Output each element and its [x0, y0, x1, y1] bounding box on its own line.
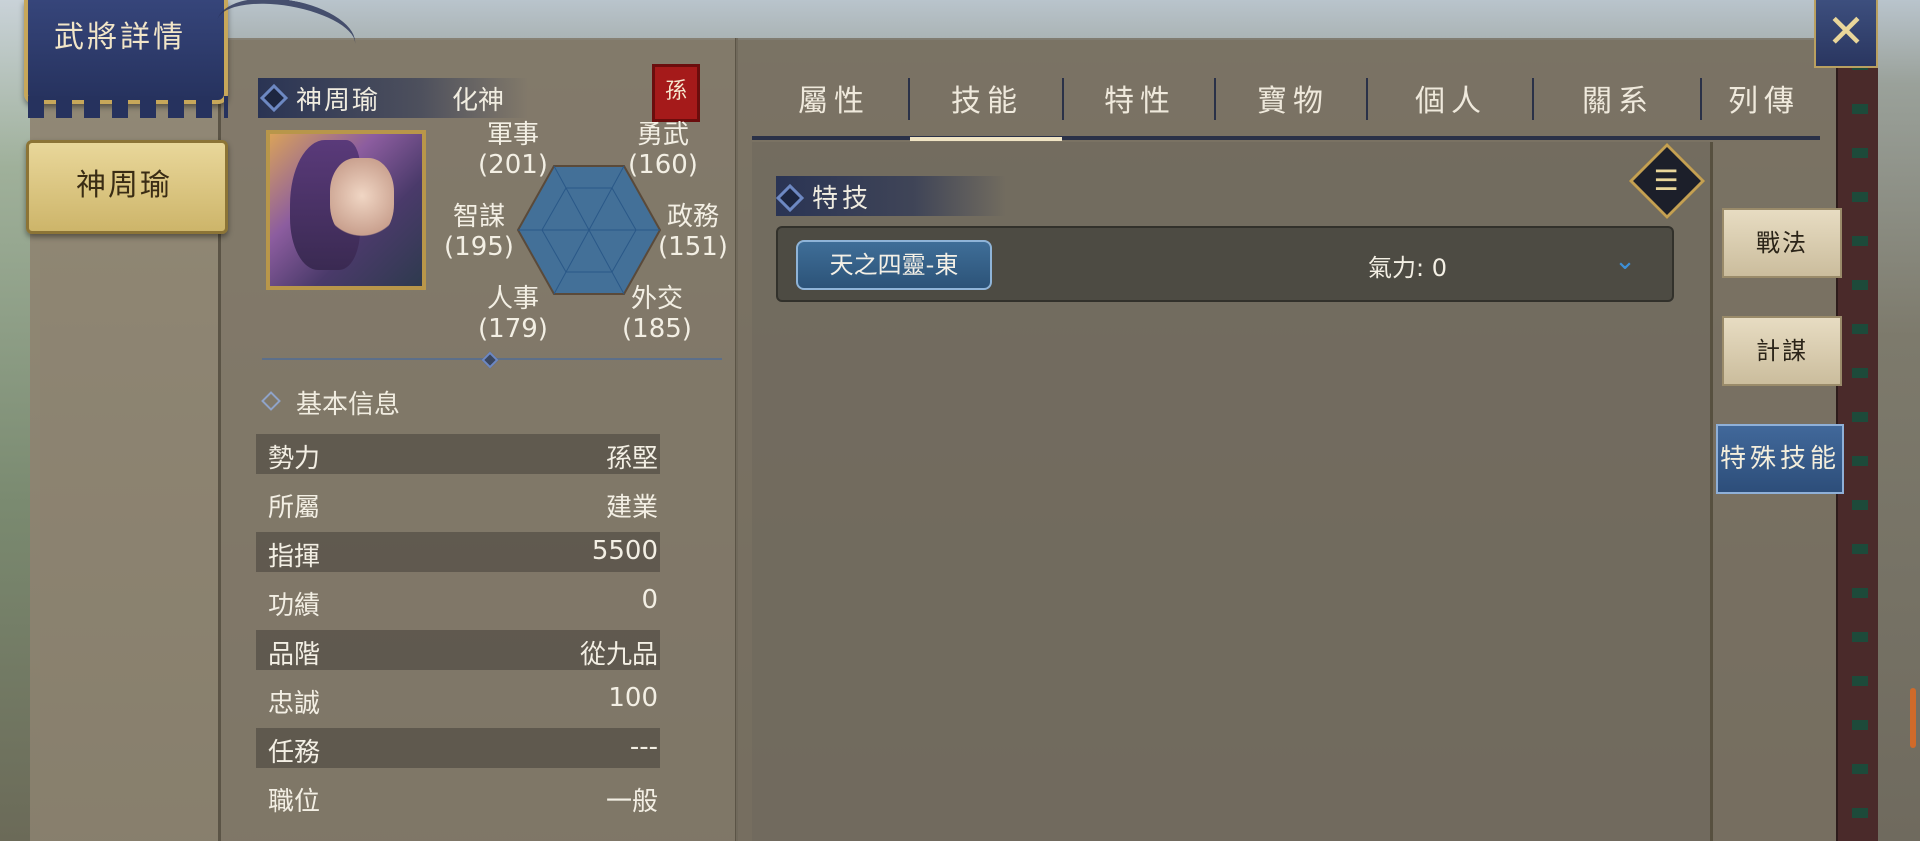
skill-name: 天之四靈-東: [796, 240, 992, 290]
portrait-face: [330, 158, 394, 242]
info-row-label: 忠誠: [268, 689, 321, 719]
stat-diplomacy-value: (185): [622, 314, 692, 344]
tab-biography[interactable]: 列傳: [1704, 78, 1824, 126]
list-menu-icon: ☰: [1653, 164, 1679, 197]
tab-separator: [1532, 78, 1534, 120]
info-row-value: 0: [641, 585, 658, 615]
info-row-value: 建業: [605, 493, 658, 523]
stat-valor-label: 勇武: [636, 120, 689, 150]
rail-chain-decoration: [1852, 60, 1868, 841]
close-button[interactable]: ✕: [1814, 0, 1878, 68]
chevron-down-icon[interactable]: ⌄: [1610, 246, 1640, 276]
stat-military-label: 軍事: [486, 120, 539, 150]
character-tab-label: 神周瑜: [76, 168, 172, 203]
banner-fringe: [28, 96, 228, 118]
stat-personnel-value: (179): [478, 314, 548, 344]
tab-relations[interactable]: 關系: [1536, 78, 1700, 126]
stat-military-value: (201): [478, 150, 548, 180]
tab-traits[interactable]: 特性: [1066, 78, 1214, 126]
stat-diplomacy-label: 外交: [630, 284, 683, 314]
tab-personal[interactable]: 個人: [1370, 78, 1532, 126]
active-tab-indicator: [910, 137, 1062, 141]
stat-strategy-label: 智謀: [452, 202, 505, 232]
tab-skills[interactable]: 技能: [912, 78, 1062, 126]
stat-politics: 政務 (151): [658, 202, 728, 262]
window-title: 武將詳情: [54, 20, 186, 55]
skill-energy: 氣力: 0: [1368, 254, 1447, 282]
info-row-label: 功績: [268, 591, 321, 621]
stat-valor-value: (160): [628, 150, 698, 180]
info-row-label: 職位: [268, 787, 321, 817]
scrollbar-thumb[interactable]: [1910, 688, 1916, 748]
info-row-label: 所屬: [268, 493, 321, 523]
info-row-value: 5500: [591, 536, 658, 566]
hero-name: 神周瑜: [296, 86, 381, 116]
info-row-value: 從九品: [579, 640, 658, 670]
tab-separator: [1062, 78, 1064, 120]
stat-strategy: 智謀 (195): [444, 202, 514, 262]
info-row-label: 勢力: [268, 444, 321, 474]
stat-personnel: 人事 (179): [478, 284, 548, 344]
tab-separator: [1366, 78, 1368, 120]
skills-header-bar: [776, 176, 1006, 216]
stat-politics-label: 政務: [666, 202, 719, 232]
side-tab-schemes[interactable]: 計謀: [1722, 316, 1842, 386]
stat-military: 軍事 (201): [478, 120, 548, 180]
stat-politics-value: (151): [658, 232, 728, 262]
tab-treasures[interactable]: 寶物: [1218, 78, 1368, 126]
info-row-label: 任務: [268, 738, 321, 768]
info-row-label: 品階: [268, 640, 321, 670]
faction-badge: 孫: [652, 64, 700, 122]
stat-radar-chart: [516, 165, 662, 295]
hero-rank: 化神: [452, 86, 505, 116]
info-row-value: 一般: [605, 787, 658, 817]
info-row-value: ---: [629, 732, 658, 762]
info-row-label: 指揮: [268, 542, 321, 572]
skills-section-title: 特技: [812, 184, 873, 214]
close-x-icon: ✕: [1826, 4, 1866, 58]
basic-info-title: 基本信息: [296, 390, 401, 420]
tab-separator: [908, 78, 910, 120]
side-tab-tactics[interactable]: 戰法: [1722, 208, 1842, 278]
tab-attributes[interactable]: 屬性: [762, 78, 906, 126]
side-tab-special-skills[interactable]: 特殊技能: [1716, 424, 1844, 494]
stat-valor: 勇武 (160): [628, 120, 698, 180]
stat-personnel-label: 人事: [486, 284, 539, 314]
tab-separator: [1700, 78, 1702, 120]
info-row-value: 100: [608, 683, 658, 713]
tab-separator: [1214, 78, 1216, 120]
stat-diplomacy: 外交 (185): [622, 284, 692, 344]
info-row-value: 孫堅: [605, 444, 658, 474]
stat-strategy-value: (195): [444, 232, 514, 262]
